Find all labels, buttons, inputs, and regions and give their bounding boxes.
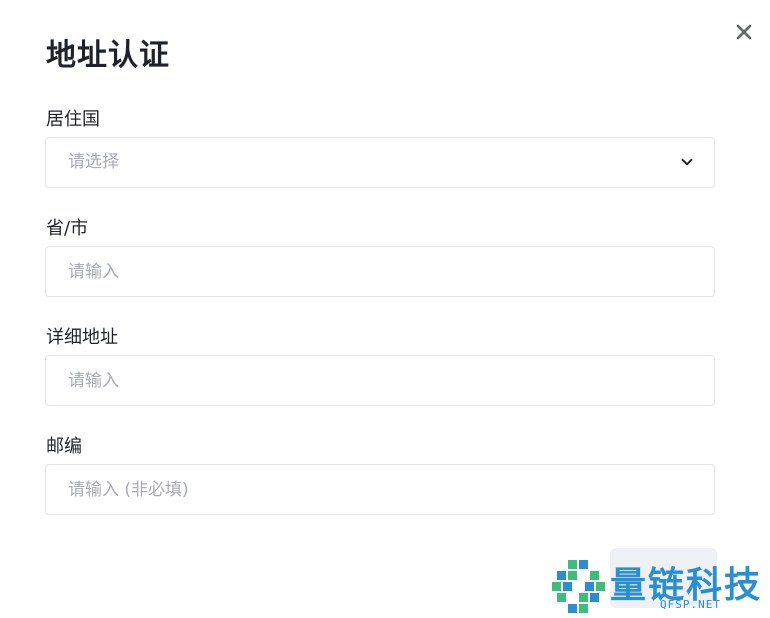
watermark: 量链科技 QFSP.NET: [548, 556, 770, 616]
zip-input[interactable]: [68, 465, 668, 514]
country-label: 居住国: [46, 109, 100, 130]
country-select[interactable]: 请选择: [45, 137, 715, 188]
zip-label: 邮编: [46, 436, 82, 457]
close-icon: [736, 24, 752, 40]
address-verification-dialog: 地址认证 居住国 请选择 省/市 详细地址 邮编: [0, 0, 770, 618]
zip-field: [45, 464, 715, 515]
province-input[interactable]: [68, 247, 668, 296]
watermark-logo-icon: [552, 560, 605, 613]
chevron-down-icon: [681, 158, 693, 166]
country-select-placeholder: 请选择: [68, 152, 119, 172]
address-label: 详细地址: [46, 327, 118, 348]
watermark-subtext: QFSP.NET: [660, 598, 721, 611]
close-button[interactable]: [732, 20, 756, 44]
address-field: [45, 355, 715, 406]
province-label: 省/市: [46, 218, 89, 239]
province-field: [45, 246, 715, 297]
address-input[interactable]: [68, 356, 668, 405]
dialog-title: 地址认证: [46, 38, 170, 73]
